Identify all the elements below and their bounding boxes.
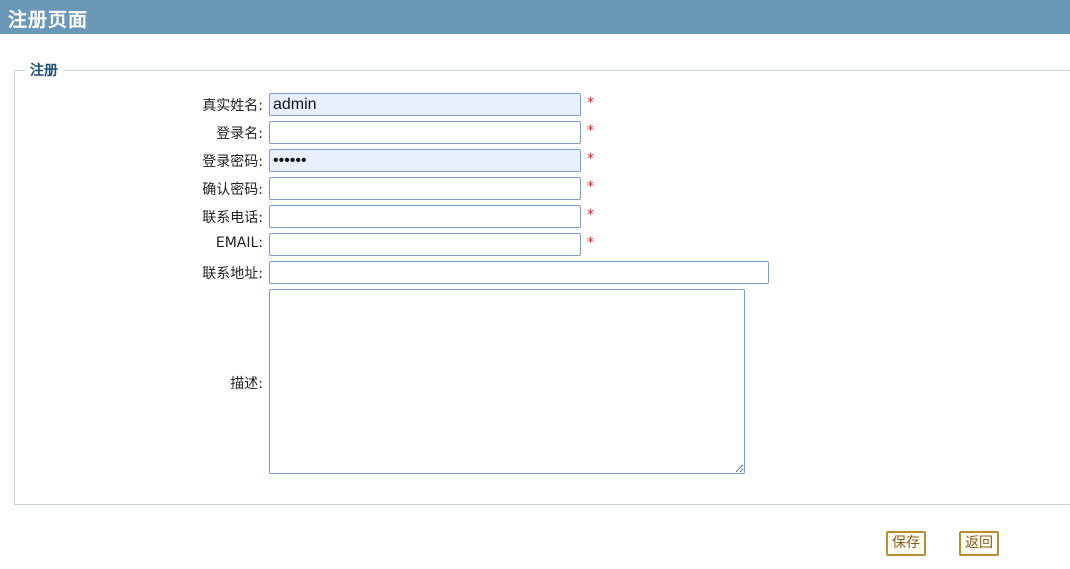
- confirm-password-label: 确认密码:: [202, 182, 263, 198]
- login-name-label: 登录名:: [216, 126, 263, 142]
- address-label: 联系地址:: [202, 266, 263, 282]
- back-button[interactable]: 返回: [959, 531, 999, 556]
- page-title: 注册页面: [8, 9, 89, 31]
- password-input[interactable]: [269, 149, 581, 172]
- login-name-required-mark: *: [587, 123, 594, 139]
- address-input[interactable]: [269, 261, 769, 284]
- confirm-password-input[interactable]: [269, 177, 581, 200]
- page-header: 注册页面: [0, 0, 1070, 34]
- confirm-password-required-mark: *: [587, 179, 594, 195]
- description-label: 描述:: [230, 376, 263, 392]
- save-button[interactable]: 保存: [886, 531, 926, 556]
- email-input[interactable]: [269, 233, 581, 256]
- real-name-label: 真实姓名:: [202, 98, 263, 114]
- phone-input[interactable]: [269, 205, 581, 228]
- real-name-input[interactable]: [269, 93, 581, 116]
- phone-label: 联系电话:: [202, 210, 263, 226]
- password-label: 登录密码:: [202, 154, 263, 170]
- password-required-mark: *: [587, 151, 594, 167]
- login-name-input[interactable]: [269, 121, 581, 144]
- email-required-mark: *: [587, 235, 594, 251]
- email-label: EMAIL:: [215, 235, 263, 251]
- fieldset-legend: 注册: [30, 63, 58, 79]
- phone-required-mark: *: [587, 207, 594, 223]
- real-name-required-mark: *: [587, 95, 594, 111]
- description-textarea[interactable]: [269, 289, 745, 474]
